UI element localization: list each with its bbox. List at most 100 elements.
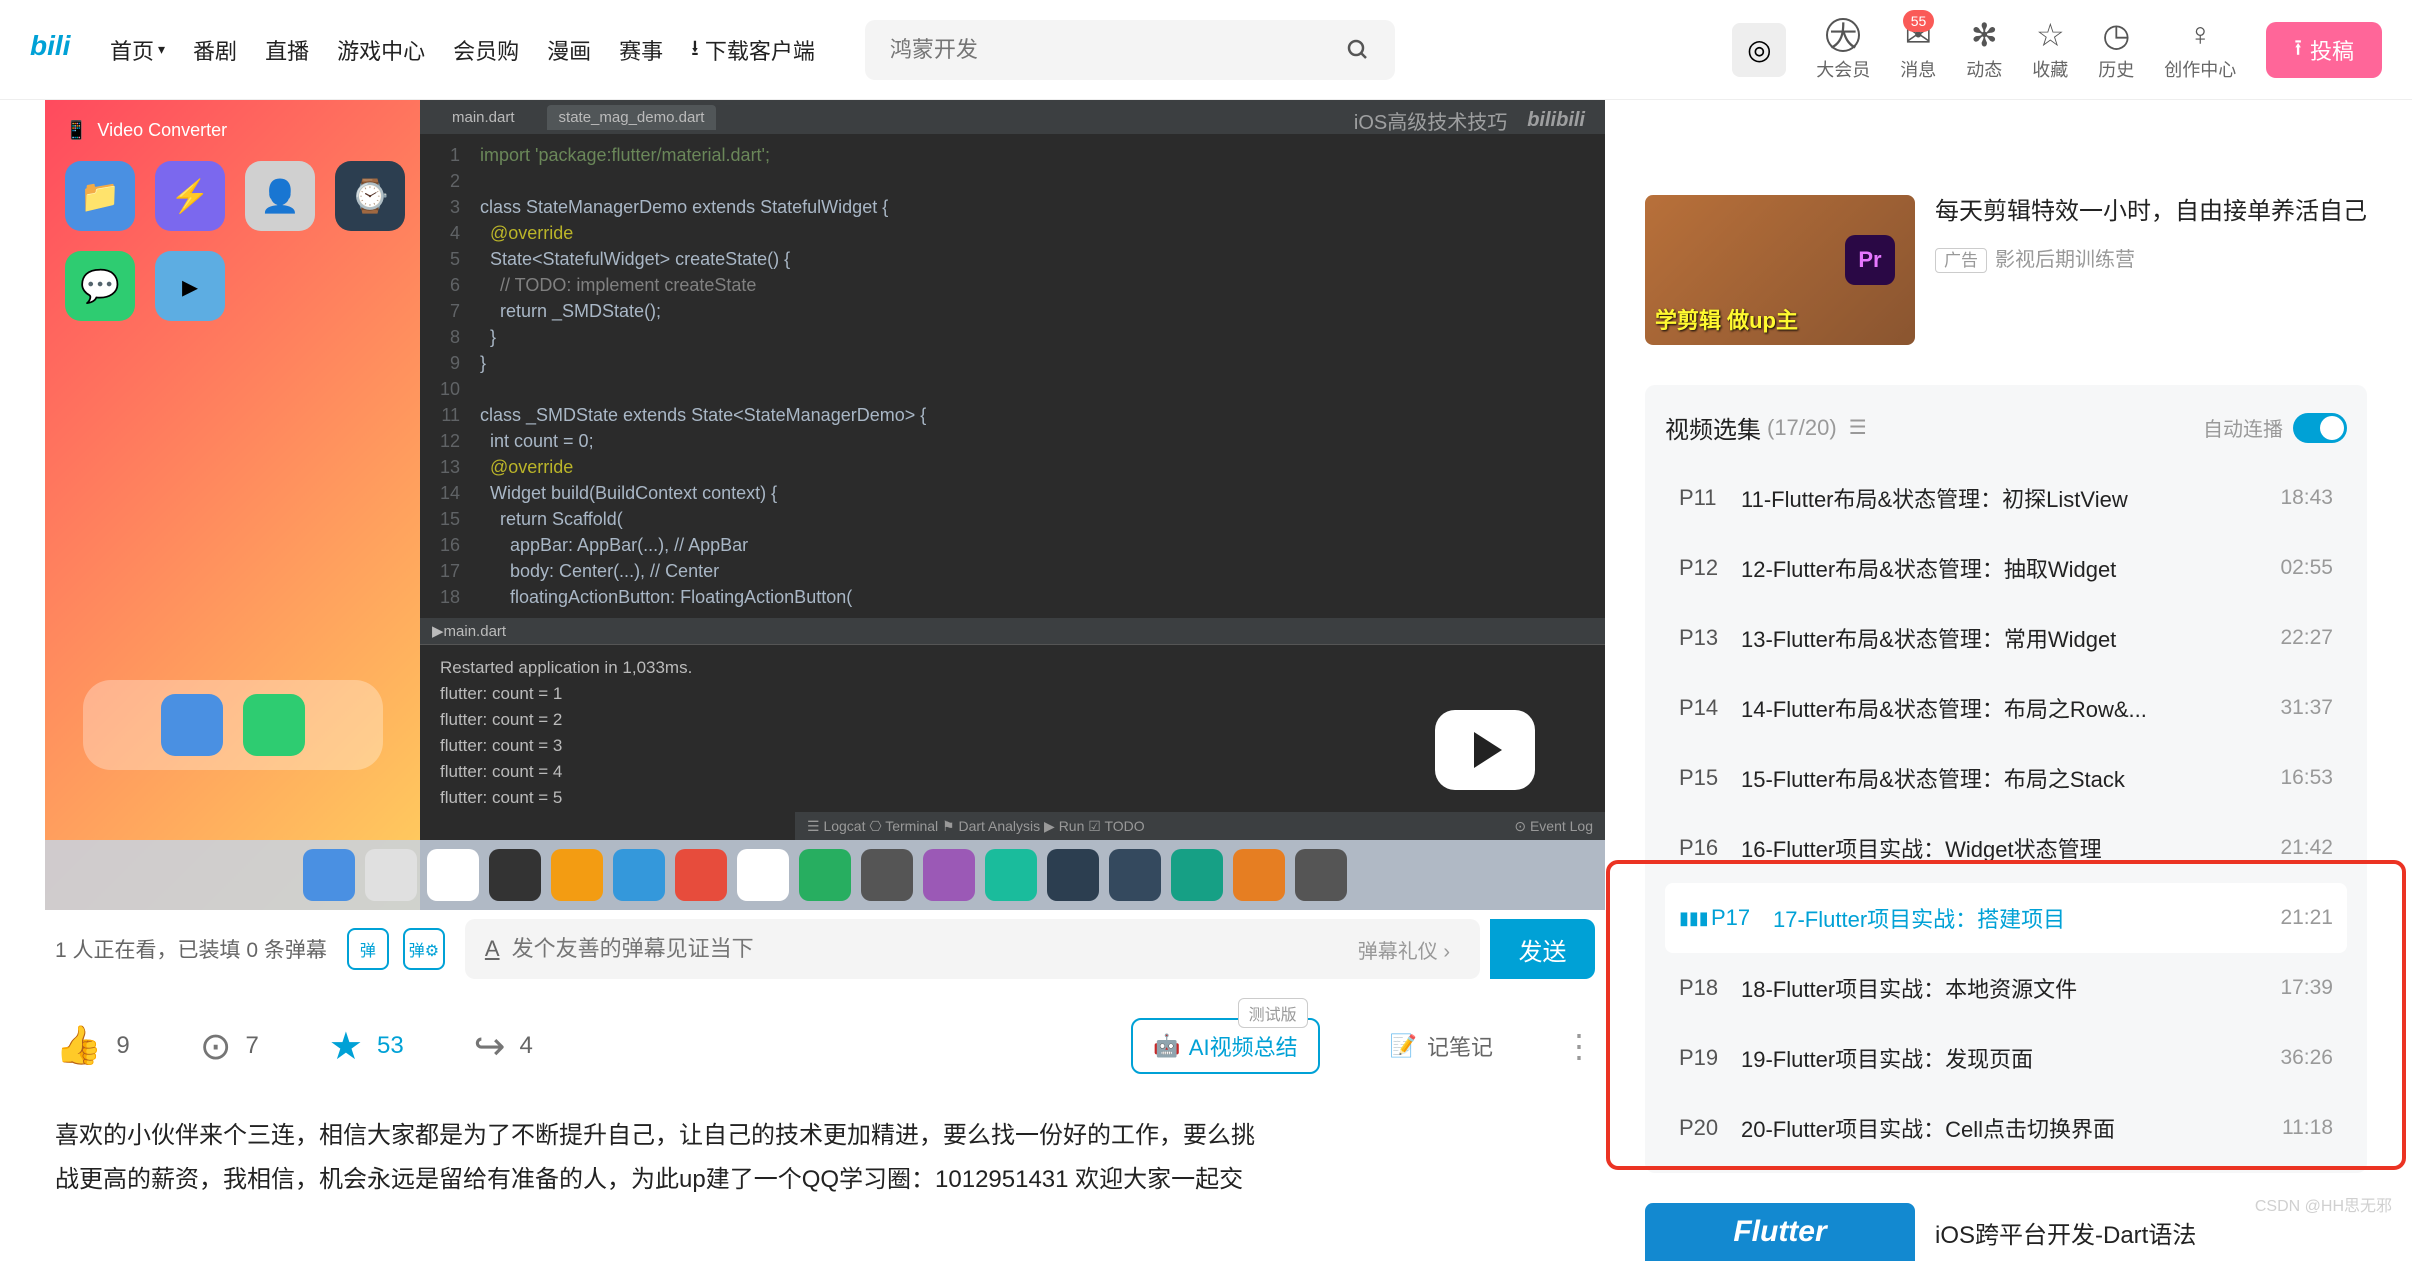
rec-title: iOS跨平台开发-Dart语法 [1935, 1215, 2196, 1250]
clock-icon: ◷ [2099, 18, 2133, 52]
episode-title: 17-Flutter项目实战：搭建项目 [1773, 902, 2268, 934]
episode-number: P15 [1679, 765, 1741, 791]
video-watermark: iOS高级技术技巧 bilibili [1354, 106, 1585, 135]
episode-number: P12 [1679, 555, 1741, 581]
qq-icon [489, 849, 541, 901]
episode-duration: 16:53 [2280, 766, 2333, 790]
app-icon [861, 849, 913, 901]
bulb-icon: ♀ [2183, 18, 2217, 52]
header-history[interactable]: ◷ 历史 [2098, 18, 2134, 82]
app-icon: ▸ [155, 251, 225, 321]
left-column: 📱 Video Converter 📁 ⚡ 👤 ⌚ 💬 ▸ [45, 100, 1605, 1261]
search-input[interactable] [890, 37, 1346, 63]
nav-esports[interactable]: 赛事 [619, 31, 663, 69]
play-button-overlay[interactable] [1435, 710, 1535, 790]
autoplay-toggle[interactable] [2293, 413, 2347, 443]
header-vip[interactable]: 大 大会员 [1816, 18, 1870, 82]
playlist-title: 视频选集 [1665, 410, 1761, 445]
page-watermark: CSDN @HH思无邪 [2255, 1192, 2392, 1216]
like-button[interactable]: 👍 9 [55, 1024, 130, 1068]
nav-home[interactable]: 首页▾ [110, 31, 165, 69]
app-icon: 📁 [65, 161, 135, 231]
danmu-etiquette-link[interactable]: 弹幕礼仪 › [1358, 935, 1450, 964]
header-message[interactable]: ✉ 55 消息 [1900, 18, 1936, 82]
fan-icon: ✻ [1967, 18, 2001, 52]
coin-icon: ⊙ [200, 1024, 232, 1069]
nav-vip-buy[interactable]: 会员购 [453, 31, 519, 69]
nav-manga[interactable]: 漫画 [547, 31, 591, 69]
video-frame: 📱 Video Converter 📁 ⚡ 👤 ⌚ 💬 ▸ [45, 100, 1605, 910]
header-favorites[interactable]: ☆ 收藏 [2032, 18, 2068, 82]
nav-anime[interactable]: 番剧 [193, 31, 237, 69]
ide-statusbar: ☰ Logcat ⎔ Terminal ⚑ Dart Analysis ▶ Ru… [795, 812, 1605, 840]
app-titlebar: 📱 Video Converter [65, 120, 400, 141]
coin-button[interactable]: ⊙ 7 [200, 1024, 259, 1069]
star-icon: ★ [329, 1024, 363, 1069]
playlist-item[interactable]: P1313-Flutter布局&状态管理：常用Widget22:27 [1665, 603, 2347, 673]
notes-button[interactable]: 📝 记笔记 [1390, 1030, 1493, 1062]
nav-game[interactable]: 游戏中心 [337, 31, 425, 69]
robot-icon: 🤖 [1153, 1033, 1180, 1059]
list-view-icon[interactable]: ☰ [1849, 415, 1867, 440]
playlist-item[interactable]: P1616-Flutter项目实战：Widget状态管理21:42 [1665, 813, 2347, 883]
safari-icon [161, 694, 223, 756]
nav-download-client[interactable]: ⭳ 下载客户端 [691, 31, 815, 69]
app-icon [1109, 849, 1161, 901]
episode-title: 16-Flutter项目实战：Widget状态管理 [1741, 832, 2268, 864]
playlist-items: P1111-Flutter布局&状态管理：初探ListView18:43P121… [1665, 463, 2347, 1163]
primary-nav: 首页▾ 番剧 直播 游戏中心 会员购 漫画 赛事 ⭳ 下载客户端 [110, 31, 815, 69]
video-description: 喜欢的小伙伴来个三连，相信大家都是为了不断提升自己，让自己的技术更加精进，要么找… [45, 1104, 1605, 1202]
ai-summary-button[interactable]: 🤖 AI视频总结 测试版 [1131, 1018, 1319, 1074]
episode-title: 12-Flutter布局&状态管理：抽取Widget [1741, 552, 2268, 584]
app-icon [923, 849, 975, 901]
ad-subtitle: 广告影视后期训练营 [1935, 243, 2367, 272]
app-icon [1233, 849, 1285, 901]
episode-duration: 31:37 [2280, 696, 2333, 720]
app-icon: 💬 [65, 251, 135, 321]
danmu-toggle-btn[interactable]: 弹 [347, 928, 389, 970]
favorite-button[interactable]: ★ 53 [329, 1024, 404, 1069]
search-icon[interactable] [1346, 38, 1370, 62]
search-box[interactable] [865, 20, 1395, 80]
terminal-icon [1047, 849, 1099, 901]
playlist-item[interactable]: P2020-Flutter项目实战：Cell点击切换界面11:18 [1665, 1093, 2347, 1163]
episode-duration: 21:21 [2280, 906, 2333, 930]
bilibili-logo[interactable]: bili [30, 30, 90, 70]
message-badge: 55 [1903, 10, 1935, 32]
main-content: 📱 Video Converter 📁 ⚡ 👤 ⌚ 💬 ▸ [0, 100, 2412, 1261]
app-icon [365, 849, 417, 901]
share-button[interactable]: ↪ 4 [474, 1024, 533, 1069]
send-danmu-button[interactable]: 发送 [1490, 919, 1595, 979]
ad-card[interactable]: Pr 学剪辑 做up主 每天剪辑特效一小时，自由接单养活自己 广告影视后期训练营 [1645, 195, 2367, 345]
ad-title: 每天剪辑特效一小时，自由接单养活自己 [1935, 195, 2367, 229]
playlist-item[interactable]: P1919-Flutter项目实战：发现页面36:26 [1665, 1023, 2347, 1093]
danmu-bar: 1 人正在看，已装填 0 条弹幕 弹 弹⚙ A 弹幕礼仪 › 发送 [45, 910, 1605, 988]
playlist-item[interactable]: P1818-Flutter项目实战：本地资源文件17:39 [1665, 953, 2347, 1023]
ad-info: 每天剪辑特效一小时，自由接单养活自己 广告影视后期训练营 [1935, 195, 2367, 345]
more-button[interactable]: ⋮ [1563, 1027, 1595, 1065]
app-icon [613, 849, 665, 901]
chevron-down-icon: ▾ [158, 41, 165, 58]
user-avatar[interactable]: ◎ [1732, 23, 1786, 77]
font-style-icon[interactable]: A [485, 936, 500, 962]
playlist-item[interactable]: ▮▮▮P1717-Flutter项目实战：搭建项目21:21 [1665, 883, 2347, 953]
playlist-item[interactable]: P1414-Flutter布局&状态管理：布局之Row&...31:37 [1665, 673, 2347, 743]
danmu-input[interactable] [512, 936, 1358, 962]
video-player[interactable]: 📱 Video Converter 📁 ⚡ 👤 ⌚ 💬 ▸ [45, 100, 1605, 910]
header-right: ◎ 大 大会员 ✉ 55 消息 ✻ 动态 ☆ 收藏 ◷ 历史 ♀ 创作中心 ⭱ … [1732, 18, 2382, 82]
header-trends[interactable]: ✻ 动态 [1966, 18, 2002, 82]
danmu-settings-btn[interactable]: 弹⚙ [403, 928, 445, 970]
file-tab-active: state_mag_demo.dart [547, 105, 717, 130]
episode-number: P17 [1711, 905, 1773, 931]
episode-title: 19-Flutter项目实战：发现页面 [1741, 1042, 2268, 1074]
submit-button[interactable]: ⭱ 投稿 [2266, 22, 2382, 78]
playlist-item[interactable]: P1212-Flutter布局&状态管理：抽取Widget02:55 [1665, 533, 2347, 603]
macos-dock [45, 840, 1605, 910]
episode-title: 20-Flutter项目实战：Cell点击切换界面 [1741, 1112, 2270, 1144]
nav-live[interactable]: 直播 [265, 31, 309, 69]
code-area: 1import 'package:flutter/material.dart';… [420, 134, 1605, 618]
playlist-item[interactable]: P1111-Flutter布局&状态管理：初探ListView18:43 [1665, 463, 2347, 533]
messages-icon [243, 694, 305, 756]
playlist-item[interactable]: P1515-Flutter布局&状态管理：布局之Stack16:53 [1665, 743, 2347, 813]
header-creator[interactable]: ♀ 创作中心 [2164, 18, 2236, 82]
